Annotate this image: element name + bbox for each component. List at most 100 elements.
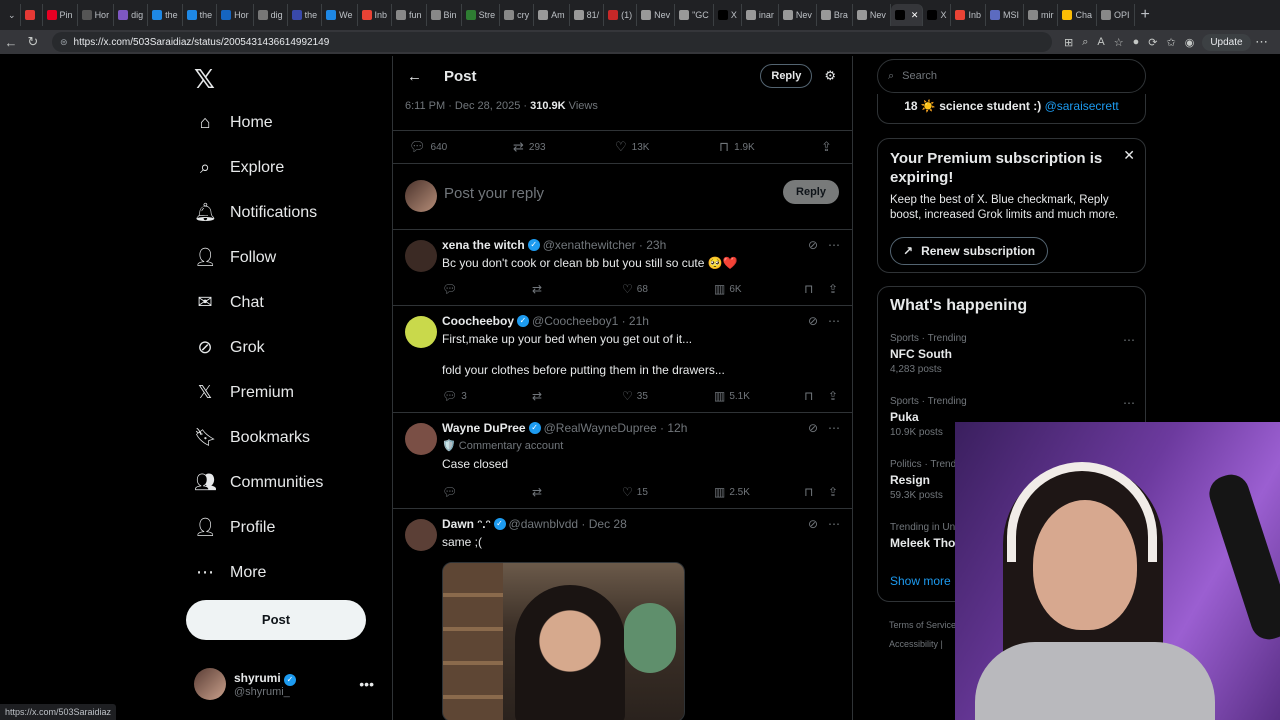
tab-close-icon[interactable]: ✕ <box>911 10 919 21</box>
browser-tab[interactable]: Bin <box>427 4 462 26</box>
url-field[interactable]: ⊜ https://x.com/503Saraidiaz/status/2005… <box>52 32 1052 52</box>
author-handle[interactable]: @dawnblvdd · Dec 28 <box>509 517 627 531</box>
browser-tab[interactable]: Nev <box>637 4 676 26</box>
browser-tab[interactable]: mir <box>1024 4 1059 26</box>
profile-avatar-icon[interactable]: ◉ <box>1185 36 1195 49</box>
browser-tab[interactable]: cry <box>500 4 535 26</box>
share-action[interactable]: ⇪ <box>828 389 838 403</box>
reply-action[interactable]: 💬︎ <box>442 485 461 499</box>
reply-input[interactable]: Post your reply <box>444 185 544 202</box>
author-name[interactable]: Coocheeboy <box>442 314 514 328</box>
more-options-icon[interactable]: ••• <box>359 676 374 692</box>
share-stat[interactable]: ⇪ <box>821 139 832 155</box>
extension-icon[interactable]: ● <box>1133 36 1140 48</box>
browser-tab[interactable]: Hor <box>78 4 115 26</box>
favorites-icon[interactable]: ✩ <box>1166 36 1175 49</box>
repost-action[interactable]: ⇄ <box>532 389 546 403</box>
author-handle[interactable]: @xenathewitcher · 23h <box>543 238 667 252</box>
author-handle[interactable]: @Coocheeboy1 · 21h <box>532 314 649 328</box>
browser-tab[interactable]: X <box>714 4 742 26</box>
nav-item-follow[interactable]: 👤︎ Follow <box>194 247 276 268</box>
reply-post[interactable]: xena the witch ✓ @xenathewitcher · 23h ⊘ ⋯ Bc… <box>393 230 852 306</box>
browser-tab[interactable]: the <box>148 4 183 26</box>
reload-icon[interactable]: ↻ <box>22 34 44 50</box>
browser-tab[interactable]: Stre <box>462 4 501 26</box>
browser-tab[interactable]: the <box>183 4 218 26</box>
more-options-icon[interactable]: ⋯ <box>828 421 840 435</box>
apps-icon[interactable]: ⊞ <box>1064 36 1073 49</box>
reply-post[interactable]: Coocheeboy ✓ @Coocheeboy1 · 21h ⊘ ⋯ First,mak… <box>393 306 852 413</box>
bookmark-action[interactable]: ⊓ <box>804 389 813 403</box>
nav-item-explore[interactable]: ⌕ Explore <box>194 157 284 178</box>
more-options-icon[interactable]: ⋯ <box>1123 396 1135 410</box>
heart-action[interactable]: ♡ 15 <box>622 485 648 499</box>
sync-icon[interactable]: ⟳ <box>1148 36 1157 49</box>
share-action[interactable]: ⇪ <box>828 282 838 296</box>
header-reply-button[interactable]: Reply <box>760 64 813 88</box>
update-button[interactable]: Update <box>1202 33 1251 51</box>
views-action[interactable]: ▥ 5.1K <box>714 389 750 403</box>
accessibility-link[interactable]: Accessibility | <box>889 635 956 654</box>
browser-tab[interactable]: Cha <box>1058 4 1097 26</box>
nav-item-notifications[interactable]: 🔔︎ Notifications <box>194 202 317 223</box>
avatar[interactable] <box>405 316 437 348</box>
more-options-icon[interactable]: ⋯ <box>828 517 840 531</box>
nav-item-more[interactable]: ⋯ More <box>194 562 266 583</box>
more-options-icon[interactable]: ⋯ <box>828 238 840 252</box>
more-options-icon[interactable]: ⋯ <box>828 314 840 328</box>
star-icon[interactable]: ☆ <box>1114 36 1124 49</box>
browser-tab[interactable]: Inb <box>951 4 986 26</box>
search-input[interactable]: Search <box>902 70 937 82</box>
site-info-icon[interactable]: ⊜ <box>60 37 68 48</box>
nav-item-premium[interactable]: 𝕏 Premium <box>194 382 294 403</box>
grok-icon[interactable]: ⊘ <box>808 314 818 328</box>
browser-tab[interactable]: MSI <box>986 4 1024 26</box>
more-options-icon[interactable]: ⋯ <box>1123 333 1135 347</box>
views-action[interactable]: ▥ 6K <box>714 282 742 296</box>
grok-icon[interactable]: ⊘ <box>808 238 818 252</box>
tab-list-icon[interactable]: ⌄ <box>4 4 21 26</box>
author-name[interactable]: xena the witch <box>442 238 525 252</box>
show-more-link[interactable]: Show more <box>890 574 951 588</box>
terms-link[interactable]: Terms of Service <box>889 616 956 635</box>
browser-tab[interactable]: inar <box>742 4 779 26</box>
reply-submit-button[interactable]: Reply <box>783 180 839 204</box>
author-handle[interactable]: @RealWayneDupree · 12h <box>544 421 688 435</box>
browser-tab[interactable] <box>21 4 43 26</box>
author-name[interactable]: Dawn ᵔ.ᵔ <box>442 517 491 531</box>
share-action[interactable]: ⇪ <box>828 485 838 499</box>
reply-action[interactable]: 💬︎ 3 <box>442 389 467 403</box>
browser-tab[interactable]: We <box>322 4 358 26</box>
search-box[interactable]: ⌕ Search <box>877 59 1146 93</box>
grok-icon[interactable]: ⊘ <box>808 517 818 531</box>
x-logo-icon[interactable]: 𝕏 <box>194 64 215 95</box>
back-arrow-icon[interactable]: ← <box>407 68 422 85</box>
nav-item-home[interactable]: ⌂ Home <box>194 112 273 133</box>
bio-link[interactable]: @saraisecrett <box>1045 99 1119 113</box>
browser-tab[interactable]: Nev <box>779 4 817 26</box>
account-switcher[interactable]: shyrumi ✓ @shyrumi_ ••• <box>194 668 374 700</box>
browser-tab[interactable]: ✕ <box>890 4 924 26</box>
browser-tab[interactable]: Bra <box>817 4 853 26</box>
bookmark-stat[interactable]: ⊓ 1.9K <box>719 139 755 155</box>
author-name[interactable]: Wayne DuPree <box>442 421 526 435</box>
repost-action[interactable]: ⇄ <box>532 485 546 499</box>
browser-tab[interactable]: OPI <box>1097 4 1135 26</box>
heart-action[interactable]: ♡ 35 <box>622 389 648 403</box>
browser-tab[interactable]: dig <box>254 4 288 26</box>
bookmark-action[interactable]: ⊓ <box>804 282 813 296</box>
repost-stat[interactable]: ⇄ 293 <box>513 139 546 155</box>
avatar[interactable] <box>405 240 437 272</box>
reply-post[interactable]: Wayne DuPree ✓ @RealWayneDupree · 12h ⊘ ⋯ 🛡️ … <box>393 413 852 509</box>
browser-tab[interactable]: Pin <box>43 4 78 26</box>
nav-item-communities[interactable]: 👥︎ Communities <box>194 472 323 493</box>
browser-tab[interactable]: (1) <box>604 4 638 26</box>
browser-tab[interactable]: 81/ <box>570 4 605 26</box>
back-icon[interactable]: ← <box>0 35 22 50</box>
repost-action[interactable]: ⇄ <box>532 282 546 296</box>
filter-options-icon[interactable]: ⚙ <box>824 68 836 84</box>
nav-item-grok[interactable]: ⊘ Grok <box>194 337 264 358</box>
views-action[interactable]: ▥ 2.5K <box>714 485 750 499</box>
browser-tab[interactable]: X <box>923 4 952 26</box>
avatar[interactable] <box>405 519 437 551</box>
